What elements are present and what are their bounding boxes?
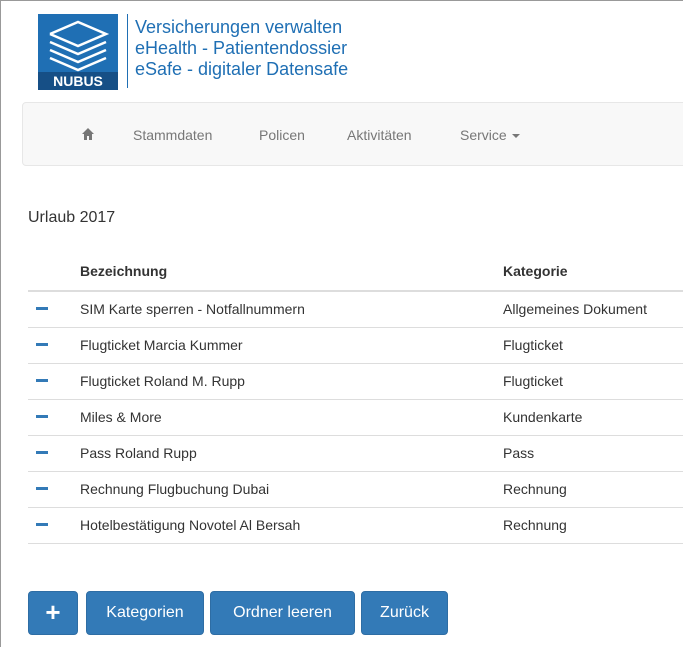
brand-line-2: eHealth - Patientendossier bbox=[135, 38, 348, 58]
clear-folder-button[interactable]: Ordner leeren bbox=[210, 591, 355, 635]
table-row: Flugticket Marcia Kummer Flugticket bbox=[28, 327, 683, 364]
column-header-kategorie: Kategorie bbox=[503, 263, 568, 279]
brand-line-3: eSafe - digitaler Datensafe bbox=[135, 59, 349, 79]
table-row: Hotelbestätigung Novotel Al Bersah Rechn… bbox=[28, 507, 683, 544]
table-row: Pass Roland Rupp Pass bbox=[28, 435, 683, 472]
row-category: Pass bbox=[503, 445, 535, 461]
caret-down-icon bbox=[511, 134, 520, 139]
remove-row-icon[interactable] bbox=[36, 487, 48, 490]
nav-stammdaten[interactable]: Stammdaten bbox=[133, 103, 212, 167]
column-header-bezeichnung: Bezeichnung bbox=[80, 263, 168, 279]
row-name[interactable]: Flugticket Roland M. Rupp bbox=[80, 373, 245, 389]
row-name[interactable]: Hotelbestätigung Novotel Al Bersah bbox=[80, 517, 300, 533]
row-name[interactable]: Flugticket Marcia Kummer bbox=[80, 337, 243, 353]
logo-text: NUBUS bbox=[53, 73, 103, 89]
categories-button[interactable]: Kategorien bbox=[86, 591, 204, 635]
row-category: Allgemeines Dokument bbox=[503, 301, 647, 317]
add-button[interactable]: + bbox=[28, 591, 78, 635]
folder-title: Urlaub 2017 bbox=[28, 209, 116, 226]
table-row: SIM Karte sperren - Notfallnummern Allge… bbox=[28, 291, 683, 328]
table-row: Miles & More Kundenkarte bbox=[28, 399, 683, 436]
row-category: Rechnung bbox=[503, 517, 567, 533]
remove-row-icon[interactable] bbox=[36, 379, 48, 382]
remove-row-icon[interactable] bbox=[36, 523, 48, 526]
row-category: Kundenkarte bbox=[503, 409, 583, 425]
header-divider bbox=[127, 14, 128, 88]
row-name[interactable]: Rechnung Flugbuchung Dubai bbox=[80, 481, 269, 497]
row-name[interactable]: SIM Karte sperren - Notfallnummern bbox=[80, 301, 305, 317]
remove-row-icon[interactable] bbox=[36, 307, 48, 310]
home-icon[interactable] bbox=[81, 127, 95, 141]
row-category: Flugticket bbox=[503, 337, 563, 353]
nav-policen[interactable]: Policen bbox=[259, 103, 305, 167]
row-name[interactable]: Pass Roland Rupp bbox=[80, 445, 197, 461]
table-row: Flugticket Roland M. Rupp Flugticket bbox=[28, 363, 683, 400]
brand-title: Versicherungen verwalten eHealth - Patie… bbox=[135, 17, 348, 80]
nav-service-label: Service bbox=[460, 127, 507, 143]
brand-line-1: Versicherungen verwalten bbox=[135, 17, 343, 37]
nav-service-dropdown[interactable]: Service bbox=[460, 103, 520, 167]
remove-row-icon[interactable] bbox=[36, 415, 48, 418]
remove-row-icon[interactable] bbox=[36, 343, 48, 346]
row-name[interactable]: Miles & More bbox=[80, 409, 162, 425]
nubus-logo[interactable]: NUBUS bbox=[38, 14, 118, 90]
back-button[interactable]: Zurück bbox=[361, 591, 448, 635]
remove-row-icon[interactable] bbox=[36, 451, 48, 454]
table-row: Rechnung Flugbuchung Dubai Rechnung bbox=[28, 471, 683, 508]
nav-aktivitaeten[interactable]: Aktivitäten bbox=[347, 103, 412, 167]
row-category: Flugticket bbox=[503, 373, 563, 389]
main-navbar: Stammdaten Policen Aktivitäten Service bbox=[22, 102, 683, 166]
row-category: Rechnung bbox=[503, 481, 567, 497]
